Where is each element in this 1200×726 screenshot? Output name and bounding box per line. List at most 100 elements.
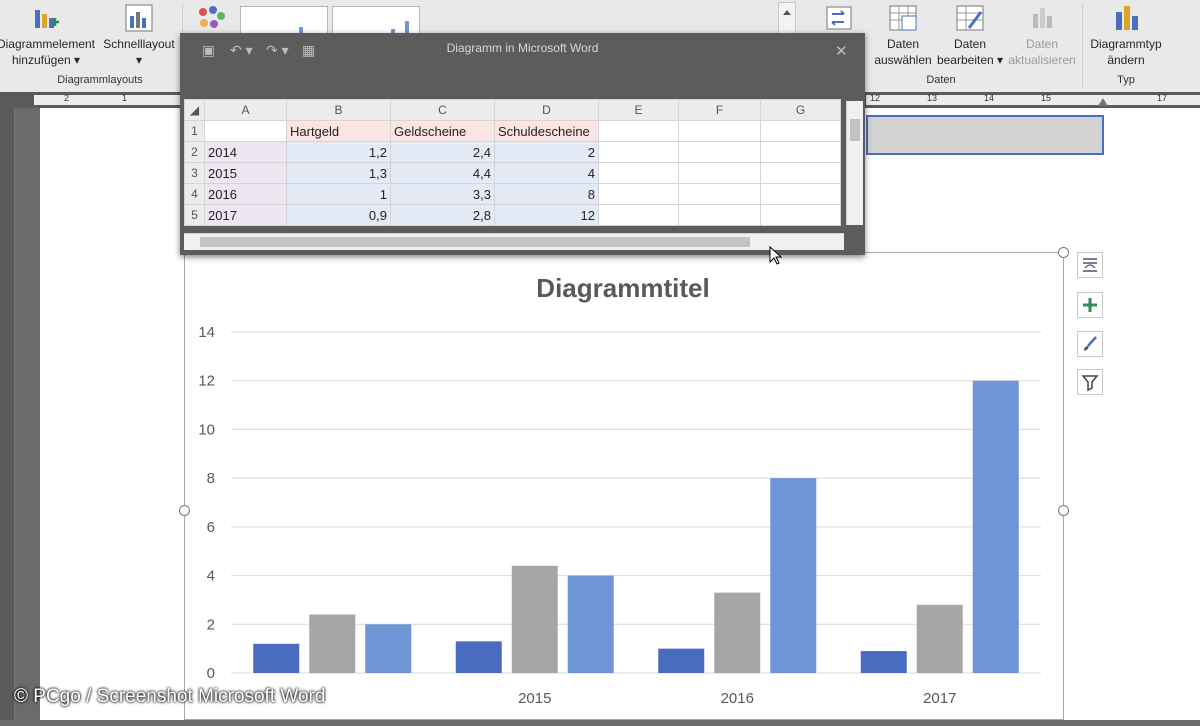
select-all-corner[interactable]: ◢ xyxy=(184,99,205,121)
cell[interactable] xyxy=(760,141,841,163)
cell[interactable] xyxy=(678,204,761,226)
cell[interactable] xyxy=(598,162,679,184)
row-header[interactable]: 5 xyxy=(184,204,205,226)
mouse-cursor-icon xyxy=(769,246,783,265)
spreadsheet-grid: ◢ A B C D E F G 1 Hartgeld Geldscheine S… xyxy=(184,99,841,226)
quick-layout-button[interactable]: Schnelllayout ▾ xyxy=(98,0,180,68)
chart-frame[interactable]: Diagrammtitel 0 2 4 6 8 10 12 14 2015 2016 2017 xyxy=(179,247,1069,720)
cell[interactable]: 3,3 xyxy=(390,183,495,205)
quick-layout-arrow: ▾ xyxy=(135,53,143,67)
column-header[interactable]: A xyxy=(204,99,287,121)
row-header[interactable]: 4 xyxy=(184,183,205,205)
resize-handle-right[interactable] xyxy=(1058,505,1069,516)
cell[interactable]: 1,3 xyxy=(286,162,391,184)
ruler-num: 17 xyxy=(1157,93,1168,103)
right-indent-marker[interactable] xyxy=(1098,98,1108,106)
cell[interactable]: Schuldescheine xyxy=(494,120,599,142)
row-header[interactable]: 1 xyxy=(184,120,205,142)
cell[interactable] xyxy=(760,204,841,226)
cell[interactable]: Geldscheine xyxy=(390,120,495,142)
cell[interactable]: 2017 xyxy=(204,204,287,226)
cell[interactable] xyxy=(204,120,287,142)
chart-filters-button[interactable] xyxy=(1077,369,1103,395)
selected-text-block[interactable] xyxy=(866,115,1104,155)
x-tick-label: 2016 xyxy=(721,690,754,707)
edit-data-label-2: bearbeiten ▾ xyxy=(936,53,1004,67)
table-row: 4 2016 1 3,3 8 xyxy=(184,183,841,205)
layout-options-button[interactable] xyxy=(1077,252,1103,278)
change-colors-icon[interactable] xyxy=(194,4,230,34)
column-header[interactable]: E xyxy=(598,99,679,121)
change-chart-type-button[interactable]: Diagrammtyp ändern xyxy=(1084,0,1168,68)
column-header[interactable]: C xyxy=(390,99,495,121)
row-header[interactable]: 3 xyxy=(184,162,205,184)
resize-handle-left[interactable] xyxy=(179,505,190,516)
add-chart-element-button[interactable]: Diagrammelement hinzufügen ▾ xyxy=(0,0,98,68)
cell[interactable]: 4,4 xyxy=(390,162,495,184)
vertical-scroll-thumb[interactable] xyxy=(850,119,860,141)
edit-data-icon xyxy=(955,4,985,32)
switch-row-column-icon xyxy=(824,4,854,32)
bar xyxy=(916,604,963,673)
bar xyxy=(770,478,817,673)
cell[interactable] xyxy=(760,183,841,205)
cell[interactable] xyxy=(598,141,679,163)
cell[interactable]: 2 xyxy=(494,141,599,163)
cell[interactable]: 8 xyxy=(494,183,599,205)
group-diagrammlayouts: Diagrammlayouts xyxy=(57,74,143,86)
y-tick-label: 4 xyxy=(207,568,215,585)
layout-options-icon xyxy=(1083,258,1097,272)
cell[interactable]: 12 xyxy=(494,204,599,226)
ruler-num: 12 xyxy=(870,93,881,103)
cell[interactable]: 2016 xyxy=(204,183,287,205)
cell[interactable]: 2,4 xyxy=(390,141,495,163)
cell[interactable] xyxy=(760,162,841,184)
cell[interactable] xyxy=(678,183,761,205)
resize-handle-top-right[interactable] xyxy=(1058,247,1069,258)
cell[interactable]: 2014 xyxy=(204,141,287,163)
cell[interactable] xyxy=(598,120,679,142)
bar xyxy=(253,643,300,673)
cell[interactable]: Hartgeld xyxy=(286,120,391,142)
cell[interactable]: 4 xyxy=(494,162,599,184)
cell[interactable]: 2,8 xyxy=(390,204,495,226)
chart-elements-button[interactable] xyxy=(1077,292,1103,318)
chart-styles-button[interactable] xyxy=(1077,331,1103,357)
cell[interactable] xyxy=(598,204,679,226)
cell[interactable]: 2015 xyxy=(204,162,287,184)
cell[interactable] xyxy=(678,120,761,142)
bar xyxy=(567,575,614,673)
row-header[interactable]: 2 xyxy=(184,141,205,163)
bar xyxy=(714,592,761,673)
edit-data-label-1: Daten xyxy=(953,37,987,51)
ruler-num: 15 xyxy=(1041,93,1052,103)
column-header[interactable]: D xyxy=(494,99,599,121)
cell[interactable] xyxy=(760,120,841,142)
cell[interactable] xyxy=(678,162,761,184)
bar xyxy=(455,641,502,673)
cell[interactable]: 1 xyxy=(286,183,391,205)
column-header[interactable]: F xyxy=(678,99,761,121)
cell[interactable]: 1,2 xyxy=(286,141,391,163)
column-header[interactable]: G xyxy=(760,99,841,121)
bar xyxy=(860,651,907,673)
change-type-label-2: ändern xyxy=(1107,53,1145,67)
cell[interactable]: 0,9 xyxy=(286,204,391,226)
column-header[interactable]: B xyxy=(286,99,391,121)
cell[interactable] xyxy=(598,183,679,205)
select-data-button[interactable]: Daten auswählen xyxy=(870,0,936,68)
vertical-scrollbar[interactable] xyxy=(846,101,863,225)
close-icon[interactable]: ✕ xyxy=(835,42,848,60)
cell[interactable] xyxy=(678,141,761,163)
horizontal-scrollbar[interactable] xyxy=(184,233,844,250)
y-tick-label: 2 xyxy=(207,616,215,633)
y-tick-label: 6 xyxy=(207,519,215,536)
chart-title[interactable]: Diagrammtitel xyxy=(536,273,709,303)
column-header-row: ◢ A B C D E F G xyxy=(184,99,841,121)
ribbon-separator-2 xyxy=(1082,4,1083,88)
ruler-left-area xyxy=(34,95,184,105)
edit-data-button[interactable]: Daten bearbeiten ▾ xyxy=(936,0,1004,68)
refresh-data-button[interactable]: Daten aktualisieren xyxy=(1004,0,1080,68)
horizontal-scroll-thumb[interactable] xyxy=(200,237,750,247)
brush-icon xyxy=(1084,336,1097,351)
